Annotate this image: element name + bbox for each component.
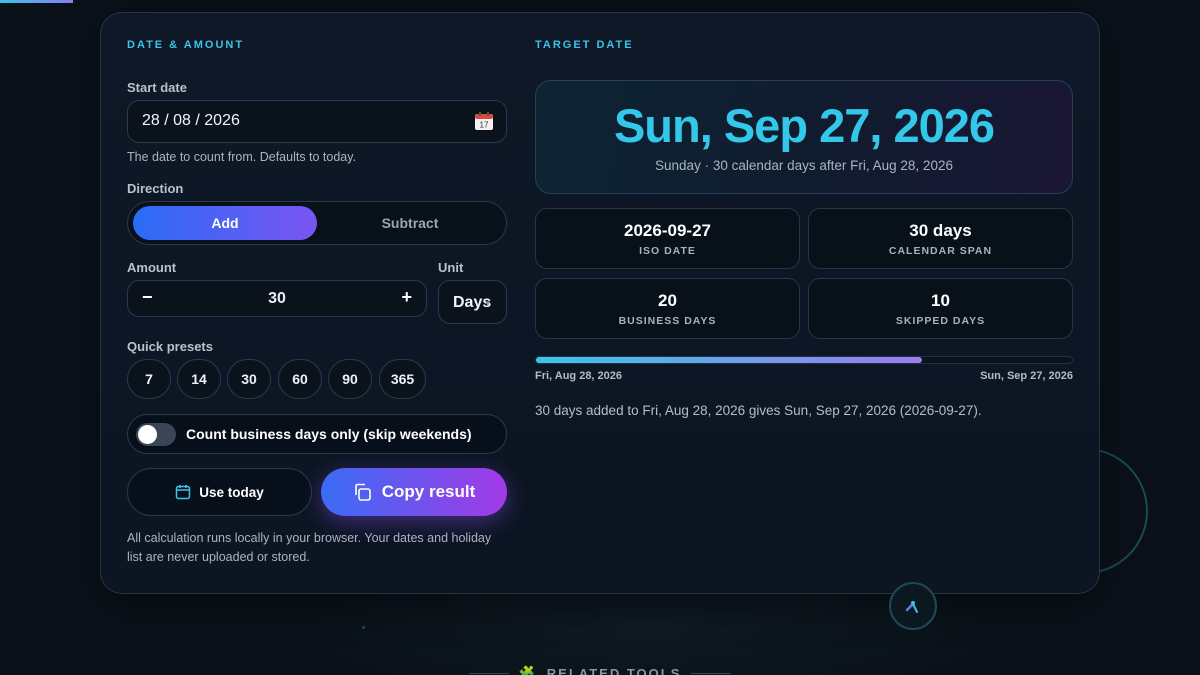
progress-end-label: Sun, Sep 27, 2026	[980, 370, 1073, 382]
amount-stepper: − 30 +	[127, 280, 427, 317]
chevron-down-icon: ▾	[485, 298, 490, 308]
use-today-button[interactable]: Use today	[127, 468, 312, 516]
preset-button[interactable]: 90	[328, 359, 372, 399]
pick-icon	[905, 601, 918, 613]
business-days-label: Count business days only (skip weekends)	[186, 426, 472, 442]
page-load-progress	[0, 0, 73, 3]
increment-button[interactable]: +	[401, 287, 412, 308]
stat-iso-date: 2026-09-27 ISO DATE	[535, 208, 800, 269]
calendar-icon[interactable]: 17	[474, 111, 494, 131]
toggle-knob	[138, 425, 157, 444]
scroll-top-button[interactable]	[889, 582, 937, 630]
stat-label: SKIPPED DAYS	[895, 315, 986, 327]
copy-result-button[interactable]: Copy result	[321, 468, 507, 516]
stat-business-days: 20 BUSINESS DAYS	[535, 278, 800, 339]
stat-value: 30 days	[909, 221, 972, 240]
direction-toggle: Add Subtract	[127, 201, 507, 245]
start-date-input[interactable]: 28 / 08 / 2026 17	[127, 100, 507, 143]
copy-icon	[354, 483, 371, 501]
stat-label: BUSINESS DAYS	[618, 315, 717, 327]
direction-subtract-button[interactable]: Subtract	[319, 206, 501, 240]
direction-add-button[interactable]: Add	[133, 206, 317, 240]
business-days-row[interactable]: Count business days only (skip weekends)	[127, 414, 507, 454]
preset-button[interactable]: 14	[177, 359, 221, 399]
related-tools-heading: 🧩 RELATED TOOLS	[465, 665, 735, 675]
span-progress-bar	[535, 356, 1073, 364]
stat-label: ISO DATE	[639, 245, 696, 257]
result-panel: Sun, Sep 27, 2026 Sunday · 30 calendar d…	[535, 80, 1073, 194]
stat-calendar-span: 30 days CALENDAR SPAN	[808, 208, 1073, 269]
privacy-note: All calculation runs locally in your bro…	[127, 531, 492, 564]
right-section-title: TARGET DATE	[535, 39, 634, 51]
business-days-toggle[interactable]	[136, 423, 176, 446]
stat-value: 20	[658, 291, 677, 310]
stat-skipped-days: 10 SKIPPED DAYS	[808, 278, 1073, 339]
result-subtitle: Sunday · 30 calendar days after Fri, Aug…	[655, 158, 953, 173]
amount-label: Amount	[127, 260, 177, 275]
stat-value: 10	[931, 291, 950, 310]
divider	[691, 672, 732, 674]
svg-text:17: 17	[480, 121, 489, 130]
divider	[468, 672, 509, 674]
presets-label: Quick presets	[127, 339, 213, 354]
amount-value[interactable]: 30	[128, 290, 426, 308]
left-section-title: DATE & AMOUNT	[127, 39, 245, 51]
unit-select[interactable]: Days ▾	[438, 280, 507, 324]
direction-label: Direction	[127, 181, 184, 196]
start-date-label: Start date	[127, 80, 187, 95]
unit-label: Unit	[438, 260, 464, 275]
progress-start-label: Fri, Aug 28, 2026	[535, 370, 623, 382]
stat-value: 2026-09-27	[624, 221, 711, 240]
related-tools-label: RELATED TOOLS	[546, 665, 682, 675]
puzzle-icon: 🧩	[518, 665, 537, 675]
preset-button[interactable]: 60	[278, 359, 322, 399]
background-dot	[362, 626, 365, 629]
preset-button[interactable]: 30	[227, 359, 271, 399]
span-progress-fill	[536, 357, 922, 363]
preset-button[interactable]: 7	[127, 359, 171, 399]
result-summary: 30 days added to Fri, Aug 28, 2026 gives…	[535, 403, 982, 418]
start-date-value: 28 / 08 / 2026	[142, 112, 240, 129]
calendar-icon	[175, 485, 191, 500]
start-date-hint: The date to count from. Defaults to toda…	[127, 150, 357, 164]
copy-result-label: Copy result	[381, 482, 476, 501]
stat-label: CALENDAR SPAN	[888, 245, 993, 257]
preset-button[interactable]: 365	[379, 359, 426, 399]
result-date: Sun, Sep 27, 2026	[613, 99, 995, 152]
use-today-label: Use today	[199, 484, 264, 500]
